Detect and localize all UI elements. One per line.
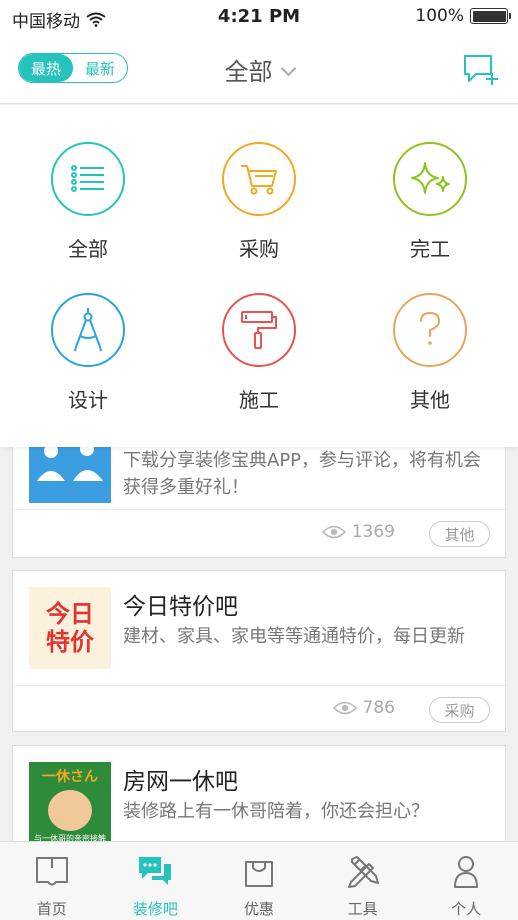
category-dropdown[interactable]: 全部 [0,52,518,87]
view-count: 1369 [321,522,395,542]
category-panel: 全部 采购 完工 设计 施工 其他 [0,105,518,447]
cart-icon [222,142,296,216]
tab-label: 首页 [36,900,67,918]
tab-bar: 首页 装修吧 优惠 工具 个人 [0,841,518,920]
battery-status: 100% [415,6,511,26]
person-icon [454,856,479,888]
category-label: 采购 [239,237,279,261]
post-tag[interactable]: 其他 [429,521,490,547]
tab-forum[interactable]: 装修吧 [104,842,208,920]
category-construction[interactable]: 施工 [189,293,329,413]
category-design[interactable]: 设计 [18,293,158,413]
post-description: 装修路上有一休哥陪着，你还会担心？ [123,801,429,822]
chevron-down-icon [280,60,296,77]
tools-icon [347,856,379,888]
post-description: 建材、家具、家电等等通通特价，每日更新 [123,626,465,647]
book-icon [35,857,68,886]
view-count-value: 786 [362,698,395,718]
tab-home[interactable]: 首页 [0,842,104,920]
post-description: 下载分享装修宝典APP，参与评论，将有机会获得多重好礼！ [123,450,482,498]
list-icon [51,142,125,216]
post-thumbnail: 今日 特价 [29,587,111,669]
post-title: 今日特价吧 [123,594,238,620]
thumbnail-text: 今日 [46,600,94,628]
battery-percent: 100% [415,6,464,26]
post-thumbnail: 一休さん 与一休哥的亲密接触 [29,762,111,844]
post-tag[interactable]: 采购 [429,697,490,723]
category-completed[interactable]: 完工 [360,142,500,262]
shopping-bag-icon [244,861,273,887]
battery-icon [470,8,511,24]
status-bar: 中国移动 4:21 PM 100% [0,0,518,36]
paint-roller-icon [222,293,296,367]
tab-label: 个人 [451,900,482,918]
tab-profile[interactable]: 个人 [414,842,518,920]
view-count-value: 1369 [351,522,395,542]
category-purchase[interactable]: 采购 [189,142,329,262]
category-all[interactable]: 全部 [18,142,158,262]
category-label: 设计 [68,388,108,412]
category-label: 全部 [68,237,108,261]
category-label: 施工 [239,388,279,412]
tab-label: 工具 [347,900,378,918]
thumbnail-text: 一休さん [42,769,98,785]
tab-label: 装修吧 [132,900,178,918]
tab-deals[interactable]: 优惠 [207,842,311,920]
tab-label: 优惠 [243,900,274,918]
nav-bar: 最热 最新 全部 [0,36,518,104]
compass-icon [51,293,125,367]
post-title: 房网一休吧 [123,769,238,795]
page-title: 全部 [224,58,273,86]
eye-icon [321,525,346,539]
post-card[interactable]: 一休さん 与一休哥的亲密接触 房网一休吧 装修路上有一休哥陪着，你还会担心？ [12,745,506,845]
post-card[interactable]: 今日 特价 今日特价吧 建材、家具、家电等等通通特价，每日更新 786 采购 [12,570,506,732]
sparkle-icon [393,142,467,216]
category-other[interactable]: 其他 [360,293,500,413]
category-label: 完工 [410,237,450,261]
category-label: 其他 [410,388,450,412]
thumbnail-text: 特价 [46,628,94,656]
view-count: 786 [332,698,395,718]
compose-post-icon[interactable] [462,52,502,88]
question-icon [393,293,467,367]
chat-bubbles-icon [139,857,172,885]
tab-tools[interactable]: 工具 [311,842,415,920]
eye-icon [332,701,357,715]
